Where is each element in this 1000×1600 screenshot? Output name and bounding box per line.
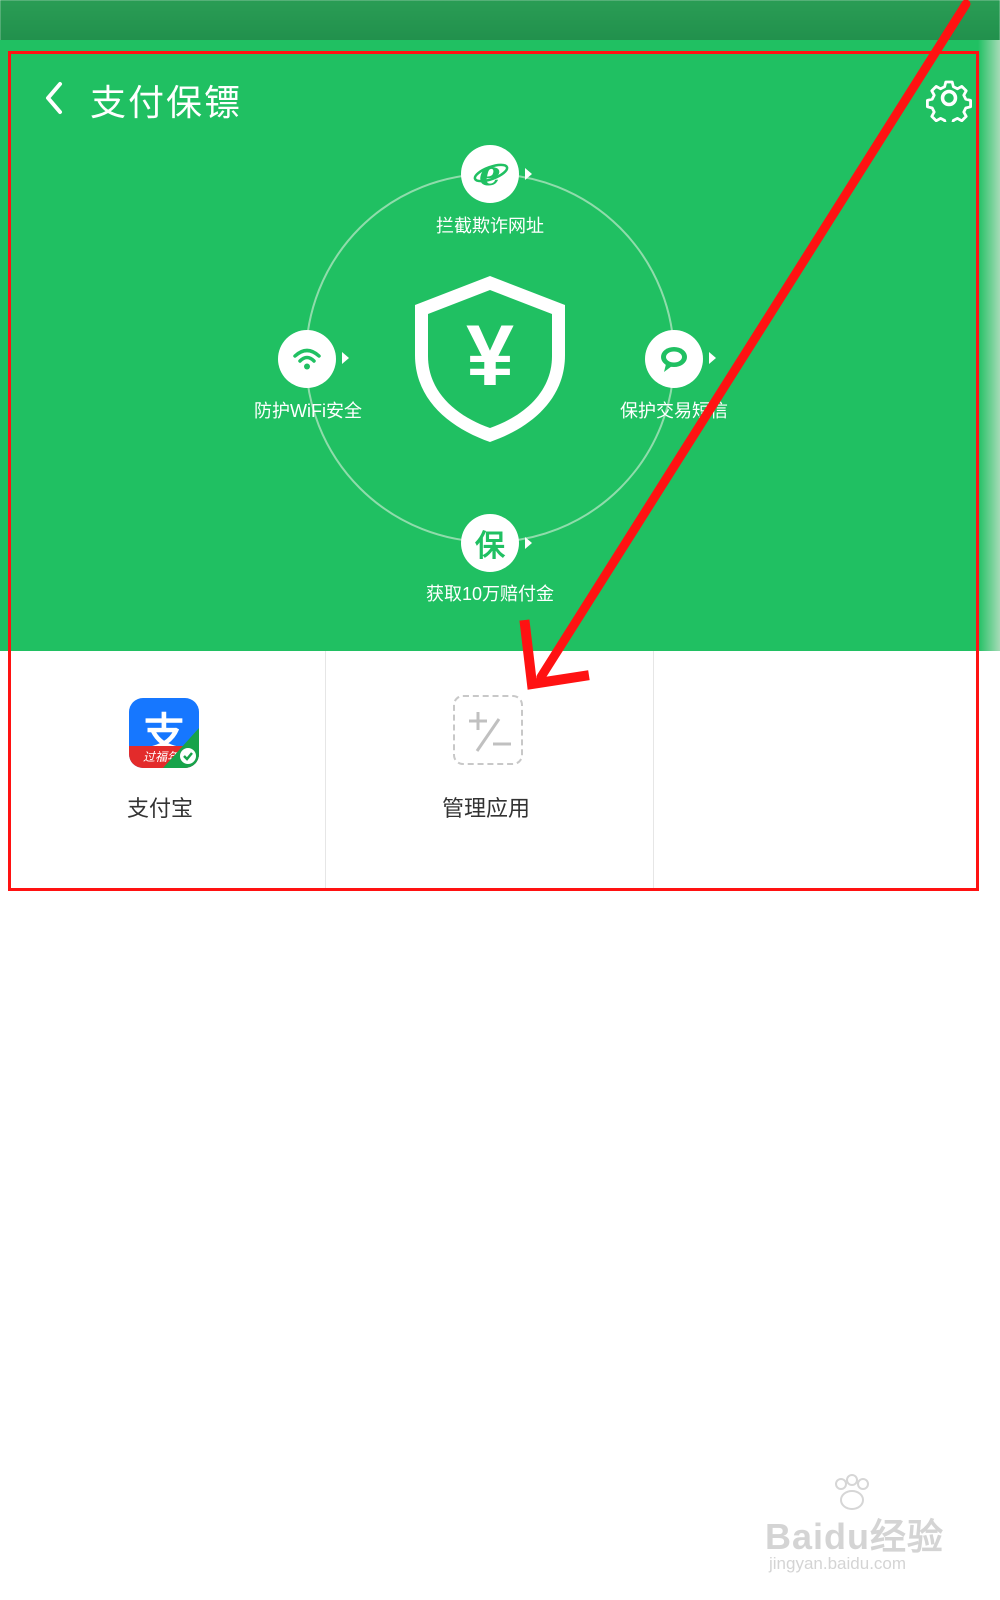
browser-e-icon: e (473, 154, 509, 194)
app-item-manage[interactable]: 管理应用 (326, 651, 653, 891)
watermark-title: Baidu经验 (765, 1516, 945, 1557)
feature-node-guarantee[interactable]: 保 (461, 514, 519, 572)
feature-label-fraud-url: 拦截欺诈网址 (436, 216, 544, 236)
app-item-empty (654, 651, 978, 891)
check-icon (180, 748, 196, 764)
shield-yen-icon: ¥ (415, 276, 565, 442)
feature-label-sms: 保护交易短信 (620, 401, 728, 421)
app-item-alipay[interactable]: 支 过福年 支付宝 (0, 651, 325, 891)
shield-yen-symbol: ¥ (466, 308, 514, 404)
baidu-watermark: Baidu经验 jingyan.baidu.com (765, 1474, 965, 1580)
feature-node-fraud-url[interactable]: e (461, 145, 519, 203)
feature-node-wifi[interactable] (278, 330, 336, 388)
node-arrow (525, 168, 532, 180)
message-bubble-icon (661, 347, 687, 372)
node-arrow (709, 352, 716, 364)
watermark-url: jingyan.baidu.com (769, 1554, 907, 1573)
feature-label-guarantee: 获取10万赔付金 (425, 584, 555, 604)
guarantee-icon: 保 (475, 529, 505, 564)
feature-node-sms[interactable] (645, 330, 703, 388)
node-arrow (525, 537, 532, 549)
alipay-app-icon: 支 过福年 (129, 698, 199, 768)
plus-minus-icon (453, 695, 523, 765)
node-arrow (342, 352, 349, 364)
app-label-manage: 管理应用 (442, 796, 531, 821)
feature-label-wifi: 防护WiFi安全 (254, 401, 362, 421)
wifi-icon (293, 348, 321, 370)
app-label-alipay: 支付宝 (127, 796, 194, 821)
svg-text:e: e (479, 154, 501, 194)
